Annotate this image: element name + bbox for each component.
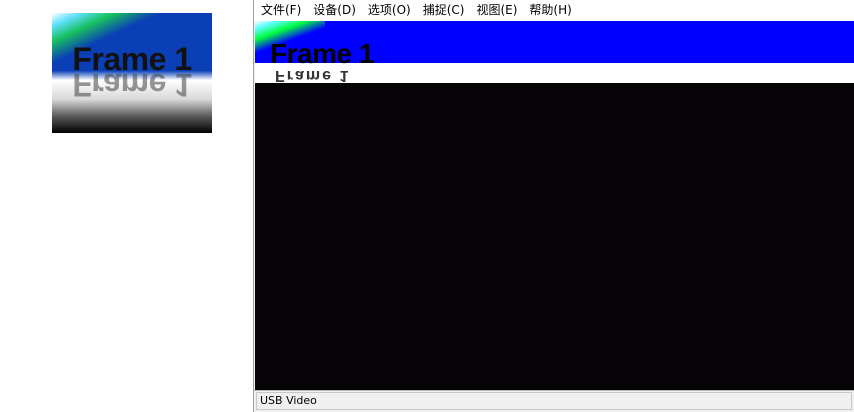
menu-view[interactable]: 视图(E) <box>470 0 523 21</box>
menu-help[interactable]: 帮助(H) <box>523 0 577 21</box>
desktop: Frame 1 Frame 1 文件(F) 设备(D) 选项(O) 捕捉(C) … <box>0 0 854 412</box>
frame-preview-thumbnail: Frame 1 Frame 1 <box>52 13 212 133</box>
thumbnail-frame-reflection: Frame 1 <box>72 67 192 103</box>
status-device: USB Video <box>256 392 852 410</box>
menu-options[interactable]: 选项(O) <box>362 0 417 21</box>
video-frame-reflection: Frame 1 <box>275 67 395 83</box>
menu-bar: 文件(F) 设备(D) 选项(O) 捕捉(C) 视图(E) 帮助(H) <box>254 0 854 21</box>
video-frame-text: Frame 1 <box>270 38 374 69</box>
video-frame-reflection-text: Frame 1 <box>275 67 351 83</box>
menu-capture[interactable]: 捕捉(C) <box>417 0 471 21</box>
menu-file[interactable]: 文件(F) <box>254 0 307 21</box>
video-preview: Frame 1 Frame 1 <box>255 21 854 390</box>
status-bar: USB Video <box>254 390 854 412</box>
capture-window: 文件(F) 设备(D) 选项(O) 捕捉(C) 视图(E) 帮助(H) Fram… <box>253 0 854 412</box>
menu-device[interactable]: 设备(D) <box>307 0 362 21</box>
